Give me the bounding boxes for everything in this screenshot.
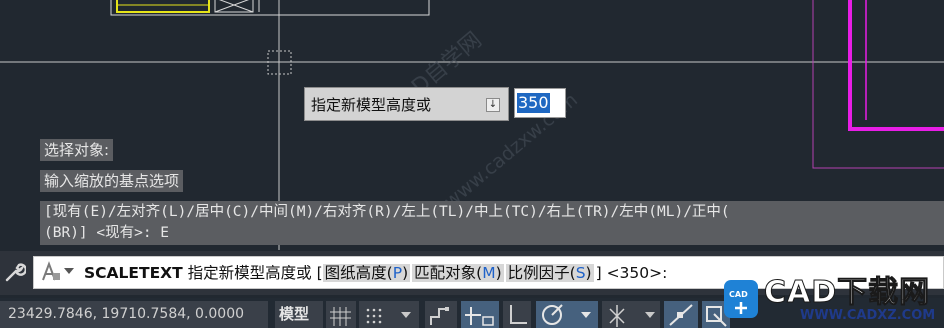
option-scale-factor[interactable]: 比例因子(S) xyxy=(505,264,594,282)
customize-wrench-icon[interactable] xyxy=(4,261,26,283)
grid-button[interactable] xyxy=(326,301,356,328)
polar-tracking-button[interactable] xyxy=(536,301,598,328)
grid-icon xyxy=(330,307,351,326)
isodraft-button[interactable] xyxy=(602,301,660,328)
chevron-down-icon[interactable] xyxy=(64,268,74,274)
chevron-down-icon[interactable] xyxy=(581,312,591,318)
coordinate-readout[interactable]: 23429.7846, 19710.7584, 0.0000 xyxy=(0,301,268,328)
dynamic-input-button[interactable] xyxy=(461,301,499,328)
polar-icon xyxy=(542,304,563,325)
command-prompt: 指定新模型高度或 xyxy=(187,264,312,282)
history-line-basepoint: 输入缩放的基点选项 xyxy=(40,170,184,192)
command-tail: ] <350>: xyxy=(595,264,668,282)
option-match-object[interactable]: 匹配对象(M) xyxy=(412,264,504,282)
snap-dots-icon xyxy=(366,308,382,324)
autocad-command-icon[interactable] xyxy=(40,261,62,283)
constraint-icon xyxy=(430,307,449,325)
command-name: SCALETEXT xyxy=(84,264,183,282)
command-text: SCALETEXT 指定新模型高度或 [图纸高度(P) 匹配对象(M) 比例因子(S… xyxy=(84,262,667,284)
right-frame xyxy=(812,0,944,169)
snap-tracking-icon xyxy=(669,304,693,326)
chevron-down-icon[interactable] xyxy=(645,312,655,318)
height-value-input[interactable]: 350 xyxy=(514,88,566,118)
brand-title: CAD下载网 xyxy=(763,275,931,310)
drawing-canvas[interactable]: CAD自学网 www.cadzxw.com 指定新模型高度或 ↓ 350 选择对… xyxy=(0,0,944,250)
option-paper-height[interactable]: 图纸高度(P) xyxy=(322,264,411,282)
isodraft-icon xyxy=(609,305,625,327)
history-line-options: [现有(E)/左对齐(L)/居中(C)/中间(M)/右对齐(R)/左上(TL)/… xyxy=(40,201,944,245)
svg-text:CAD: CAD xyxy=(729,290,748,299)
cad-download-logo: CAD CAD下载网 WWW.CADXZ.COM xyxy=(722,275,944,328)
dynamic-input-tooltip: 指定新模型高度或 ↓ xyxy=(304,87,509,121)
prompt-label: 指定新模型高度或 xyxy=(311,96,432,114)
ortho-icon xyxy=(510,305,527,324)
ortho-mode-button[interactable] xyxy=(503,301,531,328)
height-value-selection: 350 xyxy=(517,93,550,113)
object-snap-tracking-button[interactable] xyxy=(664,301,698,328)
brand-url: WWW.CADXZ.COM xyxy=(800,308,936,323)
magenta-frame xyxy=(848,0,944,131)
command-bracket-open: [ xyxy=(316,264,323,282)
chevron-down-icon[interactable] xyxy=(401,312,411,318)
infer-constraints-button[interactable] xyxy=(425,301,457,328)
history-options-row2: (BR)] <现有>: E xyxy=(44,225,170,241)
down-arrow-key-icon[interactable]: ↓ xyxy=(486,98,500,112)
yellow-cell xyxy=(116,0,210,13)
history-options-row1: [现有(E)/左对齐(L)/居中(C)/中间(M)/右对齐(R)/左上(TL)/… xyxy=(44,204,730,220)
cad-logo-icon: CAD xyxy=(724,280,758,318)
model-space-button[interactable]: 模型 xyxy=(275,301,323,328)
snap-mode-button[interactable] xyxy=(359,301,419,328)
history-line-select: 选择对象: xyxy=(40,139,114,161)
dynamic-input-icon xyxy=(465,307,494,326)
